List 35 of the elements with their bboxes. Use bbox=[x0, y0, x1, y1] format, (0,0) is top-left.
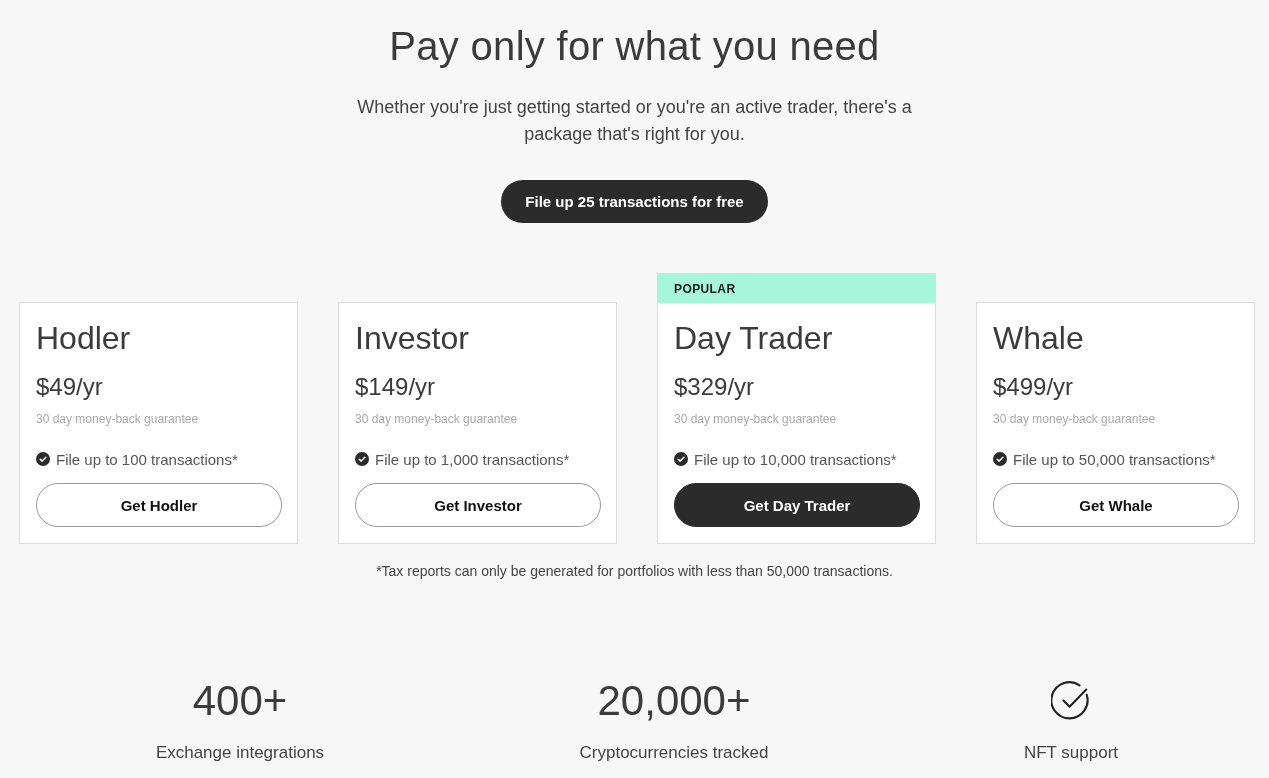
plan-button[interactable]: Get Investor bbox=[355, 483, 601, 527]
plan-name: Investor bbox=[355, 319, 470, 357]
plan-button[interactable]: Get Whale bbox=[993, 483, 1239, 527]
plan-name: Hodler bbox=[36, 319, 132, 357]
guarantee-text: 30 day money-back guarantee bbox=[36, 411, 200, 427]
check-circle-icon bbox=[36, 452, 50, 466]
guarantee-text: 30 day money-back guarantee bbox=[355, 411, 519, 427]
feature-text: File up to 1,000 transactions* bbox=[375, 450, 570, 468]
plan-price: $149/yr bbox=[355, 372, 437, 402]
stat-value: 20,000+ bbox=[597, 676, 751, 726]
stat-label: Cryptocurrencies tracked bbox=[579, 742, 769, 764]
free-trial-button[interactable]: File up 25 transactions for free bbox=[501, 180, 768, 223]
stat-label: Exchange integrations bbox=[155, 742, 325, 764]
feature-text: File up to 50,000 transactions* bbox=[1013, 450, 1216, 468]
feature-text: File up to 100 transactions* bbox=[56, 450, 238, 468]
feature-text: File up to 10,000 transactions* bbox=[694, 450, 897, 468]
page-title: Pay only for what you need bbox=[389, 23, 880, 70]
plan-button[interactable]: Get Hodler bbox=[36, 483, 282, 527]
stat-value: 400+ bbox=[192, 676, 288, 726]
check-circle-icon bbox=[355, 452, 369, 466]
footnote: *Tax reports can only be generated for portfolios with less than 50,000 transactions. bbox=[376, 562, 893, 580]
plan-name: Whale bbox=[993, 319, 1085, 357]
check-circle-icon bbox=[993, 452, 1007, 466]
plan-button[interactable]: Get Day Trader bbox=[674, 483, 920, 527]
plan-name: Day Trader bbox=[674, 319, 834, 357]
plan-price: $49/yr bbox=[36, 372, 104, 402]
guarantee-text: 30 day money-back guarantee bbox=[674, 411, 838, 427]
check-circle-icon bbox=[1051, 681, 1091, 721]
guarantee-text: 30 day money-back guarantee bbox=[993, 411, 1157, 427]
popular-banner: POPULAR bbox=[658, 274, 935, 303]
stat-label: NFT support bbox=[1023, 742, 1119, 764]
plan-price: $499/yr bbox=[993, 372, 1075, 402]
check-circle-icon bbox=[674, 452, 688, 466]
plan-price: $329/yr bbox=[674, 372, 756, 402]
page-subtitle: Whether you're just getting started or you're an active trader, there's a package that's right for you. bbox=[356, 96, 913, 146]
